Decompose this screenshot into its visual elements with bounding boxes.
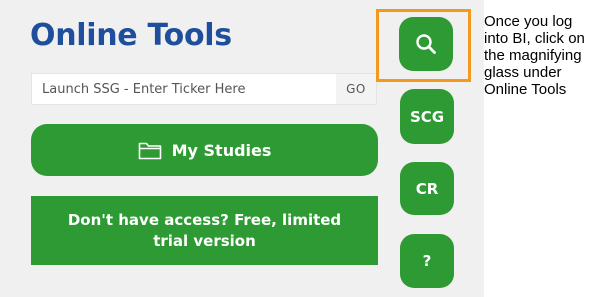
instruction-note: Once you log into BI, click on the magni…: [484, 13, 585, 98]
my-studies-button[interactable]: My Studies: [31, 124, 378, 176]
cr-button[interactable]: CR: [400, 162, 454, 215]
ticker-search-bar: GO: [31, 73, 377, 105]
my-studies-label: My Studies: [171, 140, 272, 160]
free-trial-label: Don't have access? Free, limited trial v…: [67, 210, 342, 250]
folder-icon: [138, 141, 162, 160]
search-tool-button[interactable]: [399, 17, 453, 71]
go-button[interactable]: GO: [336, 74, 376, 104]
magnifying-glass-icon: [415, 33, 437, 55]
help-button[interactable]: ?: [400, 234, 454, 288]
ticker-search-input[interactable]: [32, 74, 332, 104]
free-trial-button[interactable]: Don't have access? Free, limited trial v…: [31, 196, 378, 265]
page-title: Online Tools: [30, 18, 232, 53]
online-tools-panel: Online Tools GO My Studies Don't have ac…: [0, 0, 484, 297]
scg-button[interactable]: SCG: [400, 89, 454, 144]
